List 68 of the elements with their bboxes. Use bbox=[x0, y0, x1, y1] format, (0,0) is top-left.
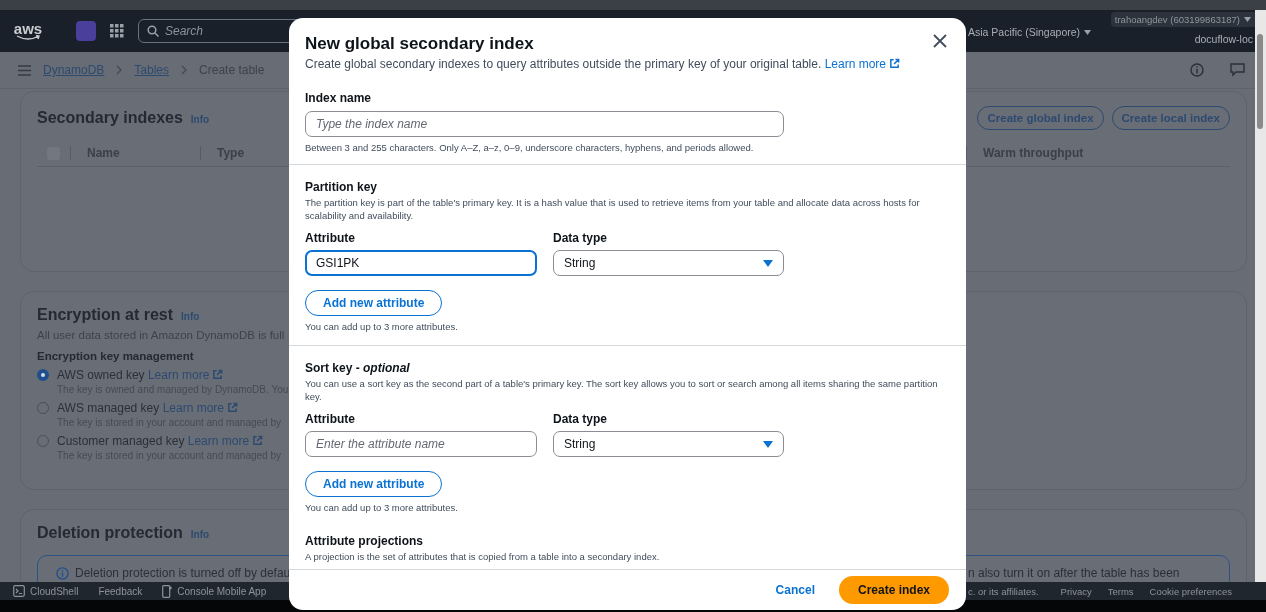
footer-link[interactable]: Privacy bbox=[1060, 585, 1092, 597]
footer-link[interactable]: CloudShell bbox=[30, 585, 79, 597]
option-label: Customer managed key bbox=[57, 434, 185, 448]
chevron-icon bbox=[116, 65, 123, 75]
learn-more-link[interactable]: Learn more bbox=[824, 57, 886, 71]
footer-link[interactable]: Feedback bbox=[98, 585, 143, 597]
footer-link[interactable]: Console Mobile App bbox=[177, 585, 267, 597]
field-label: Attribute bbox=[305, 231, 356, 245]
group-label: Encryption key management bbox=[37, 350, 195, 362]
modal-description: Create global secondary indexes to query attributes outside the primary key of your original table. bbox=[305, 57, 822, 71]
cancel-button[interactable]: Cancel bbox=[775, 579, 815, 601]
alert-text: n also turn it on after the table has been bbox=[968, 566, 1180, 580]
external-link-icon bbox=[252, 435, 264, 446]
caret-icon bbox=[763, 259, 773, 267]
search-icon bbox=[147, 25, 159, 37]
modal-title: New global secondary index bbox=[305, 34, 534, 54]
add-attribute-button[interactable]: Add new attribute bbox=[305, 290, 443, 316]
alert-text: Deletion protection is turned off by defau bbox=[75, 566, 291, 580]
index-name-field[interactable]: Type the index name bbox=[305, 111, 784, 137]
caret-icon bbox=[1084, 30, 1092, 35]
radio-button[interactable] bbox=[37, 369, 49, 381]
panel-title: Encryption at rest bbox=[37, 306, 174, 324]
attribute-field[interactable]: Enter the attribute name bbox=[305, 431, 537, 457]
footer-link[interactable]: Terms bbox=[1107, 585, 1134, 597]
field-hint: You can add up to 3 more attributes. bbox=[305, 501, 459, 514]
aws-logo-text: aws bbox=[13, 21, 43, 35]
external-link-icon bbox=[889, 58, 900, 69]
data-type-dropdown[interactable]: String bbox=[553, 250, 784, 276]
smile-arrow-icon bbox=[15, 34, 41, 41]
feedback-icon[interactable] bbox=[1230, 63, 1245, 77]
data-type-dropdown[interactable]: String bbox=[553, 431, 784, 457]
attribute-field[interactable]: GSI1PK bbox=[305, 250, 537, 276]
caret-icon bbox=[1244, 17, 1251, 22]
chevron-icon bbox=[181, 65, 188, 75]
field-label: Data type bbox=[553, 412, 609, 426]
panel-title: Secondary indexes bbox=[37, 109, 183, 127]
option-label: AWS managed key bbox=[57, 401, 160, 415]
project-name: docuflow-loc bbox=[1194, 33, 1254, 45]
field-hint: You can add up to 3 more attributes. bbox=[305, 320, 459, 333]
footer-link[interactable]: Cookie preferences bbox=[1149, 585, 1232, 597]
panel-title: Deletion protection bbox=[37, 524, 183, 542]
phone-icon bbox=[162, 584, 173, 598]
section-description: The partition key is part of the table's primary key. It is a hash value that is used to retrieve items from your table and allocate data across hosts for scalability and availability. bbox=[305, 196, 921, 222]
field-label: Data type bbox=[553, 231, 609, 245]
add-attribute-button[interactable]: Add new attribute bbox=[305, 471, 443, 497]
create-index-button[interactable]: Create index bbox=[838, 576, 949, 604]
option-label: AWS owned key bbox=[57, 368, 145, 382]
scrollbar[interactable] bbox=[1255, 10, 1266, 582]
apps-grid-icon[interactable] bbox=[110, 24, 124, 38]
field-label: Index name bbox=[305, 91, 373, 105]
service-icon[interactable] bbox=[76, 21, 96, 41]
menu-icon[interactable] bbox=[18, 64, 31, 76]
close-button[interactable] bbox=[932, 33, 948, 49]
external-link-icon bbox=[227, 402, 238, 413]
copyright-text: c. or its affiliates. bbox=[968, 585, 1039, 597]
account-menu[interactable]: trahoangdev (603199863187) bbox=[1110, 12, 1255, 27]
section-title: Partition key bbox=[305, 180, 379, 194]
caret-icon bbox=[763, 440, 773, 448]
info-icon bbox=[56, 567, 69, 580]
region-selector[interactable]: Asia Pacific (Singapore) bbox=[968, 26, 1105, 38]
section-description: A projection is the set of attributes that is copied from a table into a secondary index. bbox=[305, 550, 661, 563]
external-link-icon bbox=[212, 369, 224, 380]
field-label: Attribute bbox=[305, 412, 356, 426]
terminal-icon bbox=[13, 585, 25, 597]
section-description: You can use a sort key as the second part of a table's primary key. The sort key allows you to sort or search among all items sharing the same partition key. bbox=[305, 377, 939, 403]
section-title: Sort key - optional bbox=[305, 361, 411, 375]
info-icon[interactable] bbox=[1190, 63, 1204, 77]
section-title: Attribute projections bbox=[305, 534, 424, 548]
